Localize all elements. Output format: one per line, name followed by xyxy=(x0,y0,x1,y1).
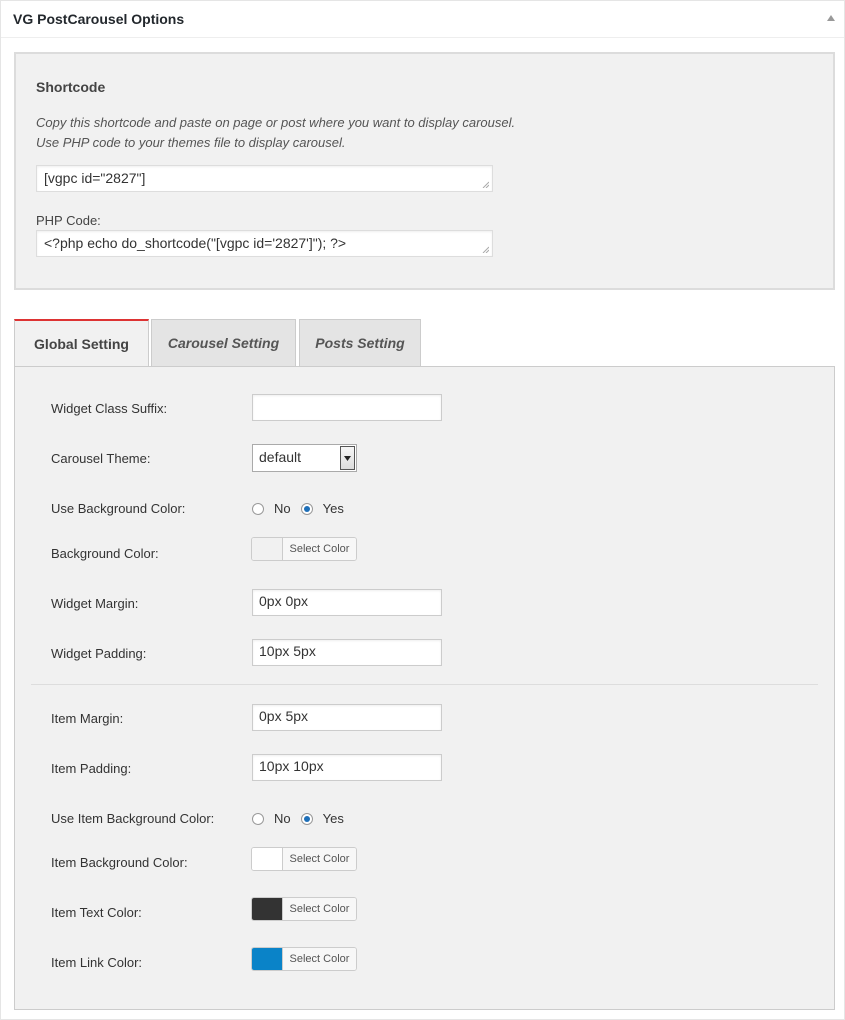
item-link-color-label: Item Link Color: xyxy=(51,955,143,970)
use-background-color-radios: No Yes xyxy=(252,501,354,516)
widget-padding-input[interactable]: 10px 5px xyxy=(252,639,442,666)
color-swatch[interactable] xyxy=(252,948,283,970)
tab-label: Posts Setting xyxy=(315,335,405,351)
tab-label: Carousel Setting xyxy=(167,335,280,351)
carousel-theme-select[interactable]: default xyxy=(252,444,357,472)
color-swatch[interactable] xyxy=(252,848,283,870)
triangle-up-icon[interactable] xyxy=(826,13,836,23)
radio-yes[interactable] xyxy=(300,502,313,515)
section-divider xyxy=(31,684,818,685)
widget-margin-input[interactable]: 0px 0px xyxy=(252,589,442,616)
use-background-color-label: Use Background Color: xyxy=(51,501,186,516)
postbox-title: VG PostCarousel Options xyxy=(13,11,185,27)
use-item-background-color-radios: No Yes xyxy=(252,811,354,826)
color-swatch[interactable] xyxy=(252,538,283,560)
tab-carousel-setting[interactable]: Carousel Setting xyxy=(151,319,296,366)
radio-no[interactable] xyxy=(252,502,264,515)
postbox: VG PostCarousel Options Shortcode Copy t… xyxy=(0,0,845,1020)
item-background-color-picker[interactable]: Select Color xyxy=(251,847,357,871)
radio-yes[interactable] xyxy=(300,812,313,825)
color-swatch[interactable] xyxy=(252,898,283,920)
select-color-button[interactable]: Select Color xyxy=(283,948,356,970)
item-text-color-picker[interactable]: Select Color xyxy=(251,897,357,921)
tab-label: Global Setting xyxy=(34,336,129,352)
shortcode-section: Shortcode Copy this shortcode and paste … xyxy=(14,52,835,290)
use-item-background-color-label: Use Item Background Color: xyxy=(51,811,215,826)
shortcode-description-line1: Copy this shortcode and paste on page or… xyxy=(36,115,516,130)
item-padding-label: Item Padding: xyxy=(51,761,132,776)
background-color-picker[interactable]: Select Color xyxy=(251,537,357,561)
php-code-field[interactable]: <?php echo do_shortcode("[vgpc id='2827'… xyxy=(36,230,493,257)
item-link-color-picker[interactable]: Select Color xyxy=(251,947,357,971)
widget-margin-label: Widget Margin: xyxy=(51,596,139,611)
radio-yes-label: Yes xyxy=(322,501,344,516)
resize-grip-icon[interactable] xyxy=(482,246,489,253)
shortcode-value: [vgpc id="2827"] xyxy=(44,170,146,186)
resize-grip-icon[interactable] xyxy=(482,181,489,188)
radio-no[interactable] xyxy=(252,812,264,825)
item-margin-label: Item Margin: xyxy=(51,711,124,726)
carousel-theme-label: Carousel Theme: xyxy=(51,451,151,466)
carousel-theme-value: default xyxy=(259,449,302,465)
shortcode-description-line2: Use PHP code to your themes file to disp… xyxy=(36,135,346,150)
chevron-down-icon[interactable] xyxy=(340,446,355,470)
widget-class-suffix-input[interactable] xyxy=(252,394,442,421)
radio-no-label: No xyxy=(274,811,291,826)
widget-class-suffix-label: Widget Class Suffix: xyxy=(51,401,168,416)
php-code-label: PHP Code: xyxy=(36,213,101,228)
settings-tabs: Global Setting Carousel Setting Posts Se… xyxy=(14,319,835,367)
postbox-header[interactable]: VG PostCarousel Options xyxy=(1,1,844,38)
background-color-label: Background Color: xyxy=(51,546,159,561)
item-padding-input[interactable]: 10px 10px xyxy=(252,754,442,781)
radio-yes-label: Yes xyxy=(322,811,344,826)
shortcode-heading: Shortcode xyxy=(36,79,106,95)
radio-no-label: No xyxy=(274,501,291,516)
item-background-color-label: Item Background Color: xyxy=(51,855,188,870)
select-color-button[interactable]: Select Color xyxy=(283,848,356,870)
tab-posts-setting[interactable]: Posts Setting xyxy=(299,319,421,366)
php-code-value: <?php echo do_shortcode("[vgpc id='2827'… xyxy=(44,235,347,251)
item-text-color-label: Item Text Color: xyxy=(51,905,142,920)
global-settings-panel: Widget Class Suffix: Carousel Theme: def… xyxy=(14,366,835,1010)
widget-padding-label: Widget Padding: xyxy=(51,646,147,661)
tab-global-setting[interactable]: Global Setting xyxy=(14,319,149,367)
select-color-button[interactable]: Select Color xyxy=(283,538,356,560)
select-color-button[interactable]: Select Color xyxy=(283,898,356,920)
shortcode-field[interactable]: [vgpc id="2827"] xyxy=(36,165,493,192)
item-margin-input[interactable]: 0px 5px xyxy=(252,704,442,731)
